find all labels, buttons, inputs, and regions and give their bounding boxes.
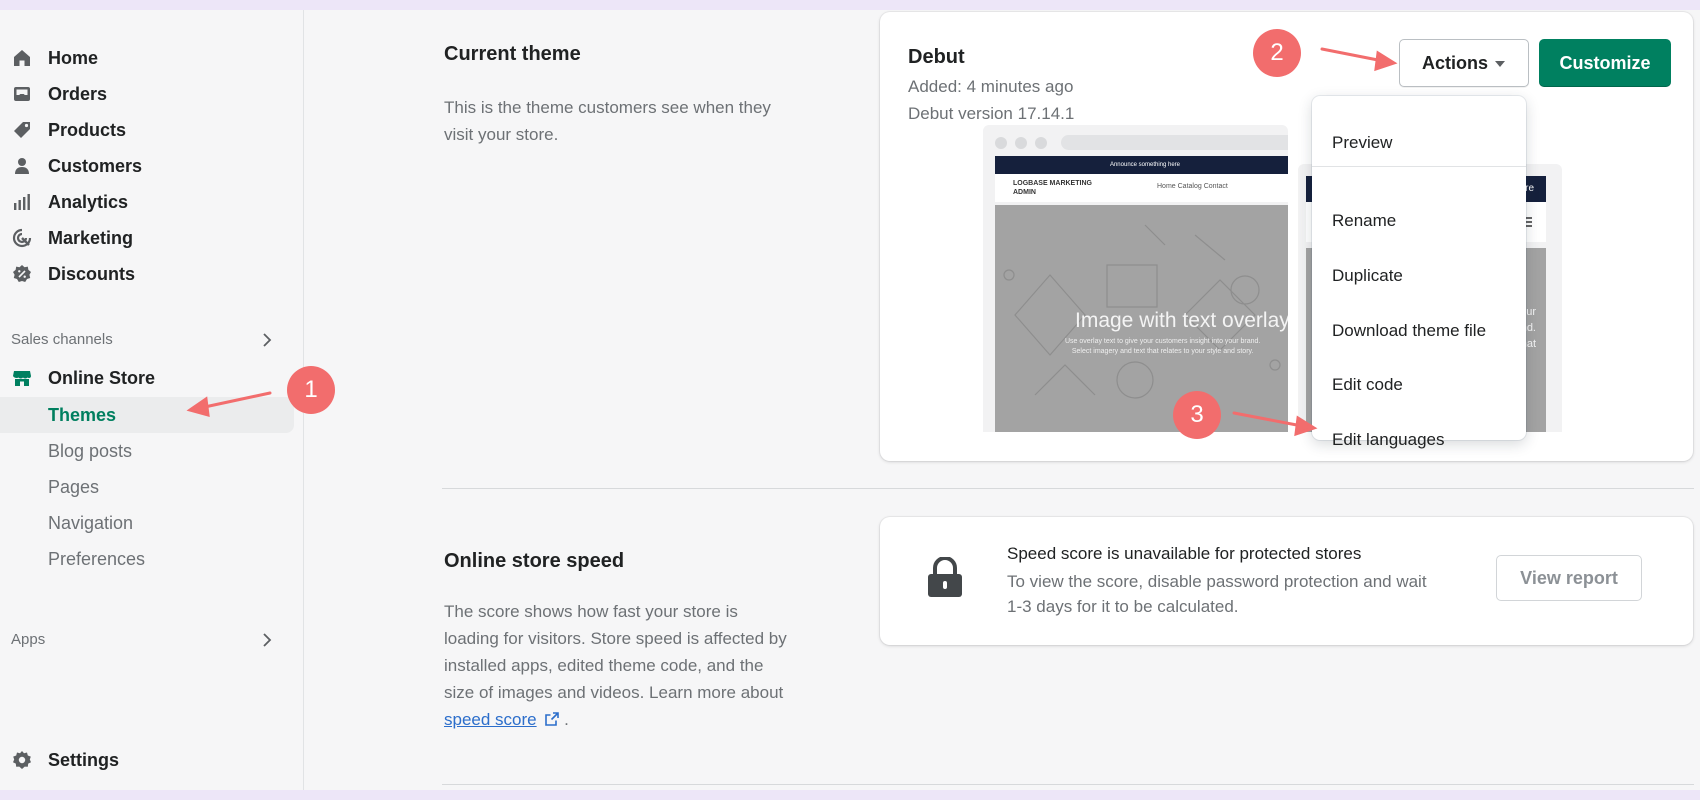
menu-item-edit-code[interactable]: Edit code — [1312, 363, 1526, 407]
sidebar-subitem-label: Pages — [48, 477, 100, 497]
sidebar-subitem-pages[interactable]: Pages — [0, 469, 294, 505]
sidebar-item-label: Customers — [48, 156, 143, 176]
theme-preview-desktop[interactable]: Announce something here LOGBASE MARKETIN… — [983, 125, 1288, 432]
browser-url-bar — [1061, 135, 1288, 150]
preview-store-header: LOGBASE MARKETING ADMIN Home Catalog Con… — [995, 174, 1288, 202]
apps-label: Apps — [11, 631, 46, 648]
home-icon — [12, 48, 32, 68]
store-speed-title: Online store speed — [444, 550, 625, 572]
tag-icon — [12, 120, 32, 140]
sales-channels-label: Sales channels — [11, 331, 113, 348]
sidebar-subitem-blog-posts[interactable]: Blog posts — [0, 433, 294, 469]
chevron-right-icon — [263, 333, 272, 347]
sidebar-item-discounts[interactable]: Discounts — [0, 256, 294, 292]
menu-item-preview[interactable]: Preview — [1312, 121, 1526, 165]
sidebar-item-marketing[interactable]: Marketing — [0, 220, 294, 256]
orders-icon — [12, 84, 32, 104]
preview-menu: Home Catalog Contact — [1157, 183, 1228, 190]
section-divider — [442, 784, 1694, 785]
sidebar-item-label: Marketing — [48, 228, 134, 248]
theme-card: Debut Added: 4 minutes ago Debut version… — [880, 12, 1693, 461]
gear-icon — [12, 750, 32, 770]
sidebar-item-orders[interactable]: Orders — [0, 76, 294, 112]
discount-icon — [12, 264, 32, 284]
speed-card-title: Speed score is unavailable for protected… — [1007, 544, 1362, 563]
sidebar-subitem-label: Themes — [48, 405, 117, 425]
store-speed-description: The score shows how fast your store is l… — [444, 602, 787, 729]
sidebar-subitem-preferences[interactable]: Preferences — [0, 541, 294, 577]
sidebar-item-label: Home — [48, 48, 99, 68]
annotation-badge-2: 2 — [1253, 29, 1301, 77]
speed-score-link[interactable]: speed score — [444, 710, 537, 729]
target-icon — [12, 228, 32, 248]
sidebar-item-label: Online Store — [48, 368, 156, 388]
sidebar-subitem-label: Blog posts — [48, 441, 133, 461]
sidebar-item-home[interactable]: Home — [0, 40, 294, 76]
annotation-badge-1: 1 — [287, 366, 335, 414]
sidebar-item-label: Orders — [48, 84, 108, 104]
chevron-right-icon — [263, 633, 272, 647]
preview-announcement: Announce something here — [995, 156, 1288, 174]
actions-label: Actions — [1422, 53, 1489, 73]
person-icon — [12, 156, 32, 176]
theme-added: Added: 4 minutes ago — [908, 77, 1074, 96]
preview-hero-subtitle: Use overlay text to give your customers … — [1065, 338, 1261, 355]
sidebar-subitem-themes[interactable]: Themes — [0, 397, 294, 433]
sidebar-item-label: Settings — [48, 750, 120, 770]
sidebar-item-online-store[interactable]: Online Store — [0, 360, 294, 396]
sidebar: Home Orders Products Customers Analytics — [0, 10, 304, 790]
menu-item-download-theme-file[interactable]: Download theme file — [1312, 309, 1526, 353]
sidebar-item-label: Discounts — [48, 264, 136, 284]
menu-item-edit-languages[interactable]: Edit languages — [1312, 418, 1526, 462]
sidebar-subitem-label: Preferences — [48, 549, 146, 569]
preview-hero-title: Image with text overlay — [1075, 309, 1288, 332]
menu-item-duplicate[interactable]: Duplicate — [1312, 254, 1526, 298]
menu-separator — [1312, 166, 1526, 167]
speed-card: Speed score is unavailable for protected… — [880, 517, 1693, 645]
menu-item-rename[interactable]: Rename — [1312, 199, 1526, 243]
sidebar-subitem-label: Navigation — [48, 513, 134, 533]
storefront-icon — [12, 368, 32, 388]
actions-dropdown-menu: Preview Rename Duplicate Download theme … — [1312, 96, 1526, 449]
current-theme-title: Current theme — [444, 43, 581, 65]
current-theme-description: This is the theme customers see when the… — [444, 98, 771, 144]
sidebar-item-settings[interactable]: Settings — [0, 742, 294, 778]
view-report-button[interactable]: View report — [1496, 555, 1642, 601]
bar-chart-icon — [12, 192, 32, 212]
sidebar-item-label: Products — [48, 120, 127, 140]
theme-name: Debut — [908, 46, 965, 68]
caret-down-icon — [1495, 61, 1505, 67]
apps-header[interactable]: Apps — [11, 625, 287, 655]
admin-app: Home Orders Products Customers Analytics — [0, 10, 1700, 790]
sidebar-item-analytics[interactable]: Analytics — [0, 184, 294, 220]
sidebar-subitem-navigation[interactable]: Navigation — [0, 505, 294, 541]
sidebar-item-products[interactable]: Products — [0, 112, 294, 148]
customize-button[interactable]: Customize — [1539, 39, 1671, 87]
annotation-badge-3: 3 — [1173, 391, 1221, 439]
lock-icon — [928, 557, 962, 597]
speed-card-description: To view the score, disable password prot… — [1007, 572, 1427, 616]
section-divider — [442, 488, 1694, 489]
sidebar-item-customers[interactable]: Customers — [0, 148, 294, 184]
preview-brand: LOGBASE MARKETING ADMIN — [1013, 180, 1092, 196]
sidebar-item-label: Analytics — [48, 192, 129, 212]
actions-button[interactable]: Actions — [1399, 39, 1529, 87]
theme-version: Debut version 17.14.1 — [908, 104, 1075, 123]
preview-hero: Image with text overlay Use overlay text… — [995, 205, 1288, 432]
sales-channels-header[interactable]: Sales channels — [11, 325, 287, 355]
external-link-icon[interactable] — [545, 712, 560, 726]
